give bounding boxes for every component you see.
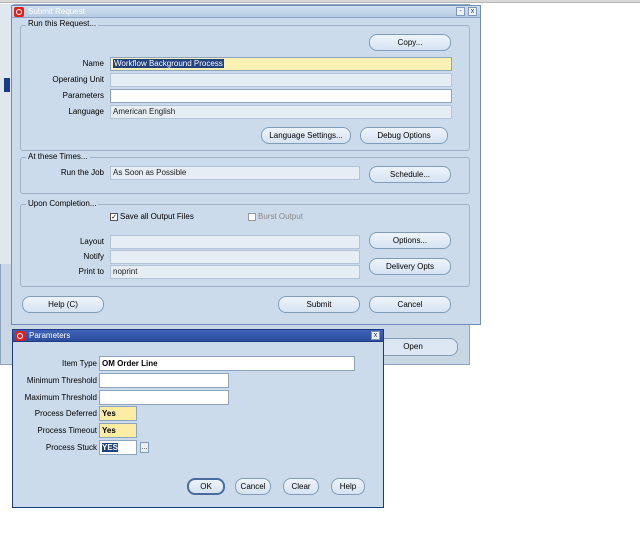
schedule-button[interactable]: Schedule... [369,166,451,183]
burst-output-label: Burst Output [258,212,303,221]
language-settings-button[interactable]: Language Settings... [261,127,351,144]
list-of-values-icon[interactable]: ... [140,442,149,453]
name-label: Name [82,59,104,68]
max-threshold-field[interactable] [99,390,229,405]
options-button[interactable]: Options... [369,232,451,249]
close-icon[interactable]: x [468,7,477,16]
item-type-label: Item Type [62,359,97,368]
ok-button[interactable]: OK [187,478,225,495]
parameters-titlebar[interactable]: Parameters x [13,330,383,342]
burst-output-checkbox[interactable] [248,213,256,221]
process-stuck-value: YES [102,443,119,452]
process-deferred-field[interactable]: Yes [99,406,137,421]
run-job-field[interactable]: As Soon as Possible [110,166,360,180]
completion-legend: Upon Completion... [26,199,99,209]
notify-label: Notify [83,252,104,261]
delivery-opts-button[interactable]: Delivery Opts [369,258,451,275]
submit-request-titlebar[interactable]: Submit Request - x [12,6,480,18]
notify-field[interactable] [110,250,360,264]
top-edge-strip [0,0,640,3]
name-field[interactable]: Workflow Background Process [110,57,452,71]
help-button[interactable]: Help (C) [22,296,104,313]
run-request-legend: Run this Request... [26,19,99,29]
process-stuck-field[interactable]: YES [99,440,137,455]
operating-unit-label: Operating Unit [52,75,104,84]
min-threshold-field[interactable] [99,373,229,388]
parameters-window: Parameters x Item Type OM Order Line Min… [12,329,384,508]
min-threshold-label: Minimum Threshold [26,376,97,385]
print-to-field[interactable]: noprint [110,265,360,279]
name-value: Workflow Background Process [113,59,224,68]
times-legend: At these Times... [26,152,90,162]
save-output-checkbox[interactable]: ✓ [110,213,118,221]
language-field[interactable]: American English [110,105,452,119]
save-output-label: Save all Output Files [120,212,194,221]
process-deferred-label: Process Deferred [34,409,97,418]
language-label: Language [68,107,104,116]
layout-label: Layout [79,237,104,246]
process-timeout-label: Process Timeout [37,426,97,435]
parameters-label: Parameters [62,91,104,100]
oracle-logo-icon [15,331,25,341]
close-icon[interactable]: x [371,331,380,340]
operating-unit-field[interactable] [110,73,452,87]
item-type-field[interactable]: OM Order Line [99,356,355,371]
print-to-label: Print to [78,267,104,276]
copy-button[interactable]: Copy... [369,34,451,51]
background-record-indicator [4,78,10,92]
cancel-button[interactable]: Cancel [369,296,451,313]
minimize-icon[interactable]: - [456,7,465,16]
debug-options-button[interactable]: Debug Options [360,127,448,144]
run-job-label: Run the Job [60,168,104,177]
process-stuck-label: Process Stuck [45,443,97,452]
max-threshold-label: Maximum Threshold [24,393,97,402]
parameters-help-button[interactable]: Help [331,478,365,495]
process-timeout-field[interactable]: Yes [99,423,137,438]
parameters-field[interactable] [110,89,452,103]
parameters-cancel-button[interactable]: Cancel [235,478,271,495]
parameters-title: Parameters [29,331,71,340]
submit-request-window: Submit Request - x Run this Request... C… [11,5,481,325]
oracle-logo-icon [14,7,24,17]
submit-button[interactable]: Submit [278,296,360,313]
clear-button[interactable]: Clear [283,478,319,495]
layout-field[interactable] [110,235,360,249]
submit-request-title: Submit Request [28,7,85,16]
